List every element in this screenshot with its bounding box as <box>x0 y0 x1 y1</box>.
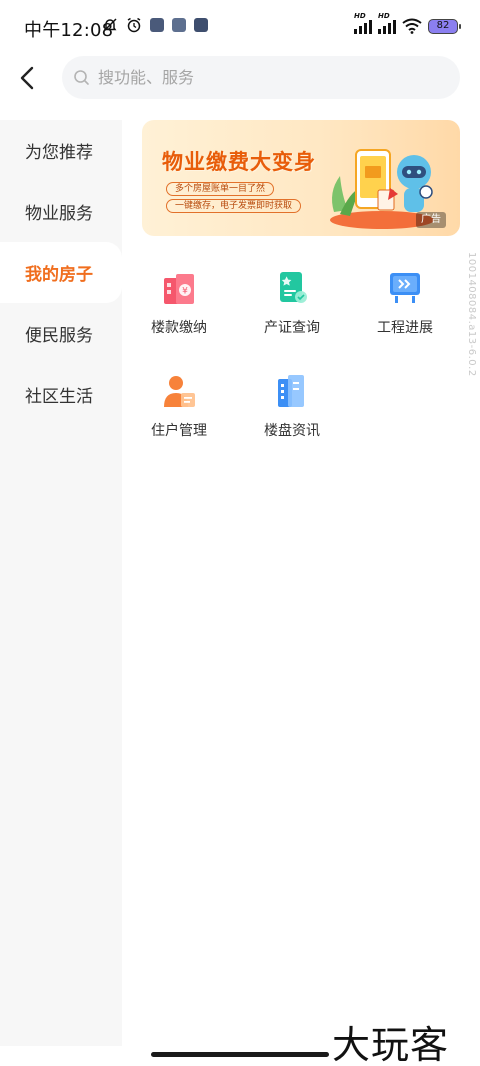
sidebar-item-label: 社区生活 <box>25 387 93 407</box>
sidebar-item-recommend[interactable]: 为您推荐 <box>0 120 122 181</box>
banner-line-2: 一键缴存，电子发票即时获取 <box>166 199 302 213</box>
watermark-logo: 大玩客 <box>332 1023 450 1066</box>
alarm-clock-icon <box>127 17 141 33</box>
status-time: 中午12:08 <box>24 20 114 41</box>
wifi-icon <box>402 18 422 34</box>
sidebar-item-community-life[interactable]: 社区生活 <box>0 364 122 425</box>
sidebar-item-my-house[interactable]: 我的房子 <box>0 242 122 303</box>
ad-badge: 广告 <box>416 212 446 228</box>
promo-banner[interactable]: 物业缴费大变身 多个房屋账单一目了然 一键缴存，电子发票即时获取 广告 <box>142 120 460 236</box>
status-notification-icons <box>102 17 208 33</box>
service-label: 楼盘资讯 <box>264 423 320 439</box>
home-indicator-bar[interactable] <box>151 1052 329 1057</box>
search-input[interactable] <box>98 56 438 99</box>
sidebar-item-label: 为您推荐 <box>25 143 93 163</box>
chevron-left-icon[interactable] <box>14 62 44 94</box>
sidebar-item-convenience[interactable]: 便民服务 <box>0 303 122 364</box>
app-notification-icon <box>172 18 186 32</box>
sidebar-item-label: 物业服务 <box>25 204 93 224</box>
cellular-signal-icon: HD <box>378 12 396 34</box>
bell-muted-icon <box>103 18 117 32</box>
search-icon <box>74 70 89 85</box>
service-label: 产证查询 <box>264 320 320 336</box>
building-payment-icon: ¥ <box>164 274 194 304</box>
service-resident-management[interactable]: 住户管理 <box>129 373 229 453</box>
service-building-payment[interactable]: ¥ 楼款缴纳 <box>129 270 229 350</box>
service-construction-progress[interactable]: 工程进展 <box>355 270 455 350</box>
sidebar-item-label: 我的房子 <box>25 265 93 285</box>
status-bar: 中午12:08 HD HD 82 <box>0 0 480 56</box>
app-notification-icon <box>194 18 208 32</box>
service-label: 工程进展 <box>377 320 433 336</box>
status-system-icons: HD HD 82 <box>354 12 461 34</box>
service-certificate-query[interactable]: 产证查询 <box>242 270 342 350</box>
hd-label: HD <box>378 12 390 20</box>
resident-icon <box>164 376 195 407</box>
sidebar-item-label: 便民服务 <box>25 326 93 346</box>
service-label: 楼款缴纳 <box>151 320 207 336</box>
banner-line-1: 多个房屋账单一目了然 <box>166 182 275 196</box>
certificate-search-icon <box>280 272 307 303</box>
top-header <box>0 56 480 100</box>
progress-board-icon <box>390 273 420 303</box>
svg-text:¥: ¥ <box>182 287 188 297</box>
hd-label: HD <box>354 12 366 20</box>
banner-title: 物业缴费大变身 <box>162 150 316 174</box>
service-label: 住户管理 <box>151 423 207 439</box>
category-sidebar: 为您推荐 物业服务 我的房子 便民服务 社区生活 <box>0 120 122 1046</box>
build-version-text: 1001408084.a13-6.0.2 <box>466 252 477 377</box>
building-info-icon <box>278 375 304 407</box>
search-bar[interactable] <box>62 56 460 99</box>
sidebar-item-property-service[interactable]: 物业服务 <box>0 181 122 242</box>
app-notification-icon <box>150 18 164 32</box>
service-property-news[interactable]: 楼盘资讯 <box>242 373 342 453</box>
battery-indicator: 82 <box>428 18 461 34</box>
cellular-signal-icon: HD <box>354 12 372 34</box>
